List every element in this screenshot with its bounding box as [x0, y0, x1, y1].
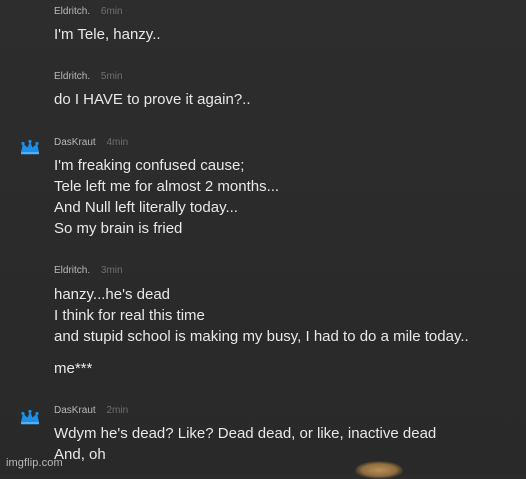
timestamp: 3min [100, 265, 123, 276]
crown-icon[interactable] [18, 409, 42, 425]
message-text: Tele left me for almost 2 months... [54, 178, 280, 195]
username[interactable]: Eldritch. [54, 71, 90, 82]
message-header: DasKraut 4min [54, 137, 128, 149]
timestamp: 5min [100, 71, 123, 82]
message-text: And Null left literally today... [54, 199, 238, 216]
message-text: and stupid school is making my busy, I h… [54, 328, 469, 345]
message-text: do I HAVE to prove it again?.. [54, 91, 251, 108]
username[interactable]: DasKraut [54, 137, 96, 148]
chat-screen: Eldritch. 6min I'm Tele, hanzy.. Eldritc… [0, 0, 526, 479]
message-text: I'm freaking confused cause; [54, 157, 245, 174]
message-header: Eldritch. 3min [54, 265, 123, 277]
message-text: I'm Tele, hanzy.. [54, 26, 161, 43]
message-text: So my brain is fried [54, 220, 183, 237]
message-text: hanzy...he's dead [54, 286, 171, 303]
username[interactable]: Eldritch. [54, 6, 90, 17]
message-header: DasKraut 2min [54, 405, 128, 417]
timestamp: 4min [106, 137, 129, 148]
watermark: imgflip.com [6, 457, 63, 469]
timestamp: 2min [106, 405, 129, 416]
crown-icon[interactable] [18, 139, 42, 155]
message-text: me*** [54, 360, 93, 377]
message-text: Wdym he's dead? Like? Dead dead, or like… [54, 425, 437, 442]
timestamp: 6min [100, 6, 123, 17]
message-text: I think for real this time [54, 307, 205, 324]
message-header: Eldritch. 5min [54, 71, 123, 83]
username[interactable]: DasKraut [54, 405, 96, 416]
partial-sticker [354, 461, 404, 479]
username[interactable]: Eldritch. [54, 265, 90, 276]
message-header: Eldritch. 6min [54, 6, 123, 18]
